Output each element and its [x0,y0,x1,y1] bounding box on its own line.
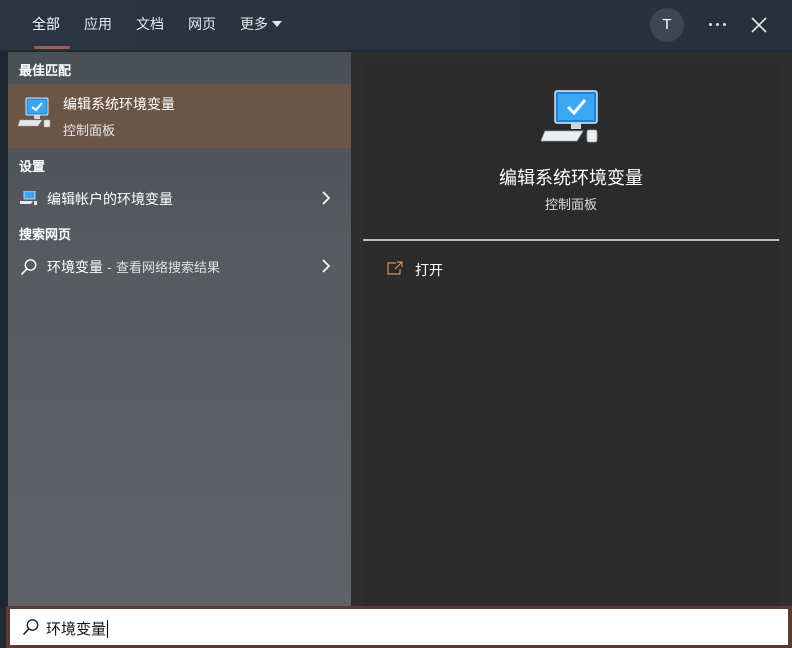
best-match-title: 编辑系统环境变量 [63,97,175,113]
close-icon [751,17,767,33]
ellipsis-dot [723,23,726,26]
search-input[interactable]: 环境变量 [10,609,788,645]
search-box-frame: 环境变量 [6,606,792,648]
section-web-search: 搜索网页 [19,228,72,243]
settings-result-edit-account-env[interactable]: 编辑帐户的环境变量 [8,181,351,215]
web-search-label: 环境变量 - 查看网络搜索结果 [47,257,220,277]
search-icon [20,259,37,276]
tab-all[interactable]: 全部 [32,14,60,36]
web-search-suffix: - 查看网络搜索结果 [103,261,220,276]
section-best-match: 最佳匹配 [19,64,72,79]
chevron-right-icon[interactable] [319,259,333,273]
results-list: 最佳匹配 编辑系统环境变量 控制面板 设置 编辑帐户的环境变量 搜索网页 环境变… [8,52,351,606]
text-cursor [107,619,109,638]
close-button[interactable] [746,12,772,38]
detail-pane: 编辑系统环境变量 控制面板 打开 [363,64,779,606]
tab-documents[interactable]: 文档 [136,14,164,36]
settings-computer-icon [20,191,37,205]
detail-divider [363,239,779,241]
tab-apps[interactable]: 应用 [84,14,112,36]
user-avatar[interactable]: T [650,8,684,42]
detail-subtitle: 控制面板 [544,198,597,213]
best-match-subtitle: 控制面板 [63,124,116,139]
settings-result-label: 编辑帐户的环境变量 [47,192,173,208]
tab-web[interactable]: 网页 [188,14,216,36]
computer-check-icon [541,90,598,143]
search-scope-tabs: 全部 应用 文档 网页 更多 T [0,0,792,50]
open-icon [387,261,403,275]
detail-title: 编辑系统环境变量 [499,168,643,189]
open-action[interactable]: 打开 [383,258,583,282]
search-input-value: 环境变量 [46,618,109,639]
more-options-button[interactable] [702,12,732,36]
search-query-text: 环境变量 [46,620,107,638]
computer-check-icon [18,97,51,128]
web-search-result[interactable]: 环境变量 - 查看网络搜索结果 [8,249,351,283]
web-search-query: 环境变量 [47,260,103,276]
window-edge [0,52,8,606]
active-tab-indicator [34,46,70,49]
tab-more[interactable]: 更多 [240,14,282,36]
caret-down-icon [272,21,282,27]
ellipsis-icon [709,23,712,26]
tab-more-label: 更多 [240,17,268,33]
section-settings: 设置 [19,160,46,175]
chevron-right-icon[interactable] [319,191,333,205]
best-match-result[interactable]: 编辑系统环境变量 控制面板 [8,84,351,148]
open-action-label: 打开 [415,263,443,279]
search-icon [22,619,39,636]
ellipsis-dot [716,23,719,26]
